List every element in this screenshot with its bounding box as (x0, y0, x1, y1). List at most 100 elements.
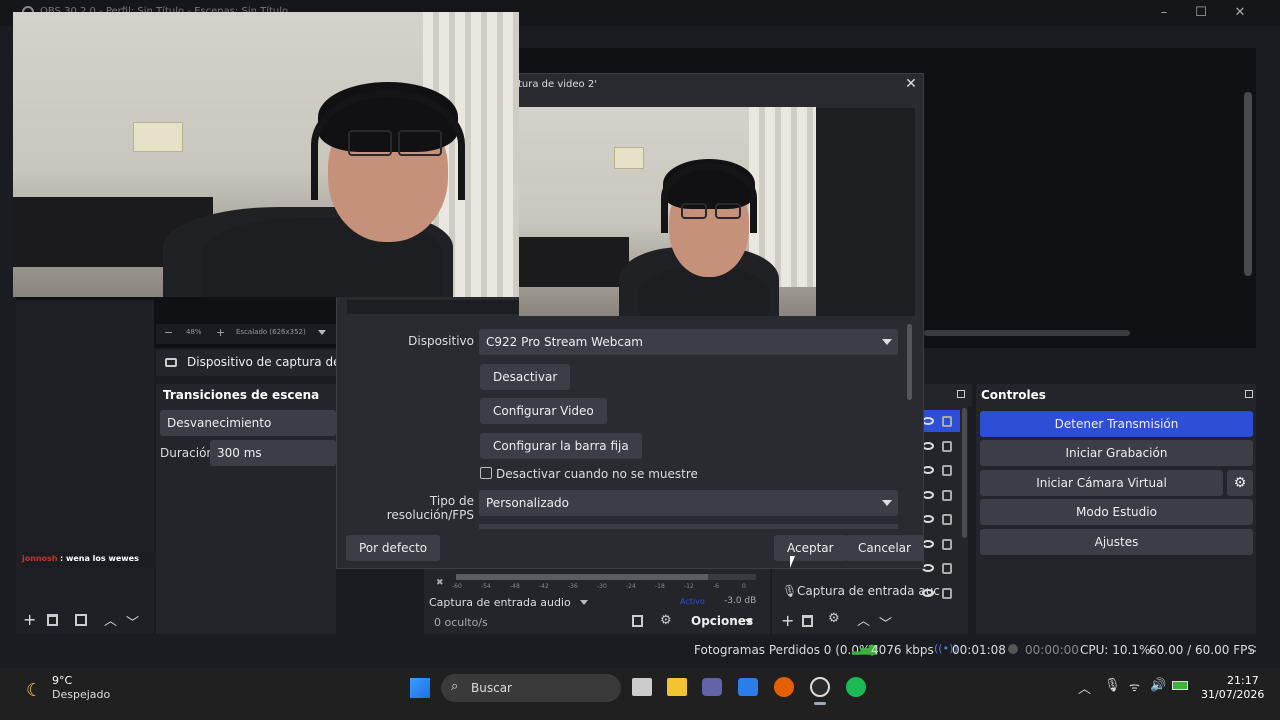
microphone-icon[interactable]: 🎙 (1104, 678, 1121, 693)
virtual-camera-settings-gear-icon[interactable]: ⚙ (1227, 470, 1253, 496)
webcam-overlay (13, 12, 519, 297)
move-up-icon[interactable]: ︿ (857, 610, 870, 629)
source-properties-row[interactable]: Dispositivo de captura de v (156, 350, 351, 376)
lock-icon[interactable] (942, 514, 952, 525)
options-button[interactable]: Opciones (691, 614, 753, 628)
search-placeholder: Buscar (471, 681, 512, 695)
chevron-down-icon[interactable] (745, 619, 753, 624)
add-scene-button[interactable]: + (23, 610, 36, 629)
cancel-button[interactable]: Cancelar (845, 535, 924, 561)
dialog-webcam-preview (519, 107, 816, 316)
obs-taskbar-icon[interactable] (810, 677, 830, 697)
temperature[interactable]: 9°C (52, 674, 72, 687)
dialog-title: tura de video 2' (518, 79, 597, 90)
record-indicator-icon (1008, 644, 1018, 654)
clock-time[interactable]: 21:17 (1227, 674, 1259, 687)
deactivate-when-hidden-checkbox[interactable] (480, 467, 492, 479)
studio-mode-button[interactable]: Modo Estudio (980, 499, 1253, 525)
teams-icon[interactable] (702, 678, 722, 696)
accept-button[interactable]: Aceptar (774, 535, 847, 561)
chevron-down-icon[interactable] (318, 330, 326, 335)
move-down-icon[interactable]: ﹀ (879, 613, 892, 632)
battery-icon[interactable] (1172, 681, 1188, 690)
lock-icon[interactable] (942, 538, 952, 550)
spotify-icon[interactable] (846, 677, 866, 697)
zoom-in-button[interactable]: + (216, 326, 225, 339)
meter-tick-label: -48 (510, 583, 520, 590)
firefox-icon[interactable] (774, 677, 794, 697)
layout-toggle-icon[interactable] (632, 615, 643, 627)
source-name: Dispositivo de captura de v (187, 355, 352, 369)
scenes-dock (16, 300, 154, 634)
settings-button[interactable]: Ajustes (980, 529, 1253, 555)
controls-title: Controles (981, 388, 1046, 402)
transition-select[interactable]: Desvanecimiento (160, 410, 336, 436)
clock-date[interactable]: 31/07/2026 (1201, 688, 1264, 701)
trash-icon[interactable] (802, 615, 813, 627)
camera-icon (165, 358, 177, 367)
defaults-button[interactable]: Por defecto (346, 535, 441, 561)
lock-icon[interactable] (942, 465, 952, 476)
lock-icon[interactable] (942, 563, 952, 574)
weather-condition[interactable]: Despejado (52, 688, 110, 701)
meter-tick-label: -60 (452, 583, 462, 590)
moon-weather-icon[interactable]: ☾ (26, 680, 42, 701)
move-up-icon[interactable]: ︿ (104, 610, 117, 629)
zoom-level: 48% (186, 328, 202, 336)
chevron-down-icon (882, 339, 892, 345)
start-recording-button[interactable]: Iniciar Grabación (980, 440, 1253, 466)
undock-icon[interactable] (957, 390, 965, 398)
scenes-toolbar: + ︿ ﹀ (16, 610, 154, 632)
deactivate-button[interactable]: Desactivar (480, 364, 571, 390)
task-view-icon[interactable] (632, 678, 652, 696)
close-icon[interactable]: ✕ (1222, 3, 1258, 23)
tray-overflow-icon[interactable]: ︿ (1078, 678, 1091, 697)
dialog-scrollbar[interactable] (907, 324, 912, 400)
meter-tick-label: -6 (713, 583, 719, 590)
minimize-icon[interactable]: – (1146, 3, 1182, 23)
lock-icon[interactable] (942, 489, 952, 501)
taskbar-search[interactable]: ⌕ Buscar (441, 674, 621, 702)
file-explorer-icon[interactable] (667, 678, 687, 696)
mute-icon[interactable]: ✖ (436, 578, 444, 588)
device-select[interactable]: C922 Pro Stream Webcam (479, 329, 898, 355)
stop-streaming-button[interactable]: Detener Transmisión (980, 411, 1253, 437)
meter-tick-label: -42 (539, 583, 549, 590)
resize-grip-icon[interactable] (1250, 646, 1256, 652)
meter-tick-label: -54 (481, 583, 491, 590)
store-icon[interactable] (738, 678, 758, 696)
resolution-type-select[interactable]: Personalizado (479, 490, 898, 516)
wifi-icon[interactable]: ᯤ (1129, 678, 1140, 695)
gear-icon[interactable]: ⚙ (660, 613, 672, 628)
filter-icon[interactable] (75, 614, 87, 626)
lock-icon[interactable] (942, 440, 952, 452)
volume-icon[interactable]: 🔊 (1150, 678, 1166, 693)
lock-icon[interactable] (942, 416, 952, 427)
obs-window: OBS 30.2.0 - Perfil: Sin Título - Escena… (0, 0, 1280, 668)
meter-tick-label: -30 (597, 583, 607, 590)
chevron-down-icon[interactable] (580, 600, 588, 605)
status-bar: Fotogramas Perdidos 0 (0.0%) ▂▄▆ 4076 kb… (0, 638, 1280, 660)
zoom-out-button[interactable]: − (164, 326, 173, 339)
gear-icon[interactable]: ⚙ (828, 611, 840, 626)
transitions-title: Transiciones de escena (163, 388, 320, 402)
active-app-indicator (814, 702, 826, 705)
duration-input[interactable]: 300 ms (210, 440, 336, 466)
configure-video-button[interactable]: Configurar Video (480, 398, 607, 424)
hidden-count: 0 oculto/s (434, 616, 488, 629)
sources-scrollbar[interactable] (962, 408, 967, 538)
maximize-icon[interactable]: ☐ (1183, 3, 1219, 23)
trash-icon[interactable] (47, 614, 58, 626)
windows-taskbar: ☾ 9°C Despejado ⌕ Buscar ︿ 🎙 ᯤ 🔊 21:17 3… (0, 668, 1280, 720)
lock-icon[interactable] (942, 587, 952, 599)
add-source-button[interactable]: + (781, 611, 794, 630)
configure-crossbar-button[interactable]: Configurar la barra fija (480, 433, 642, 459)
source-item[interactable]: Captura de entrada auc (797, 584, 940, 598)
close-icon[interactable]: ✕ (901, 76, 921, 94)
horizontal-scrollbar[interactable] (924, 330, 1130, 336)
undock-icon[interactable] (1245, 390, 1253, 398)
move-down-icon[interactable]: ﹀ (126, 612, 139, 631)
vertical-scrollbar[interactable] (1244, 92, 1252, 276)
start-virtual-camera-button[interactable]: Iniciar Cámara Virtual (980, 470, 1223, 496)
windows-start-icon[interactable] (410, 678, 430, 698)
